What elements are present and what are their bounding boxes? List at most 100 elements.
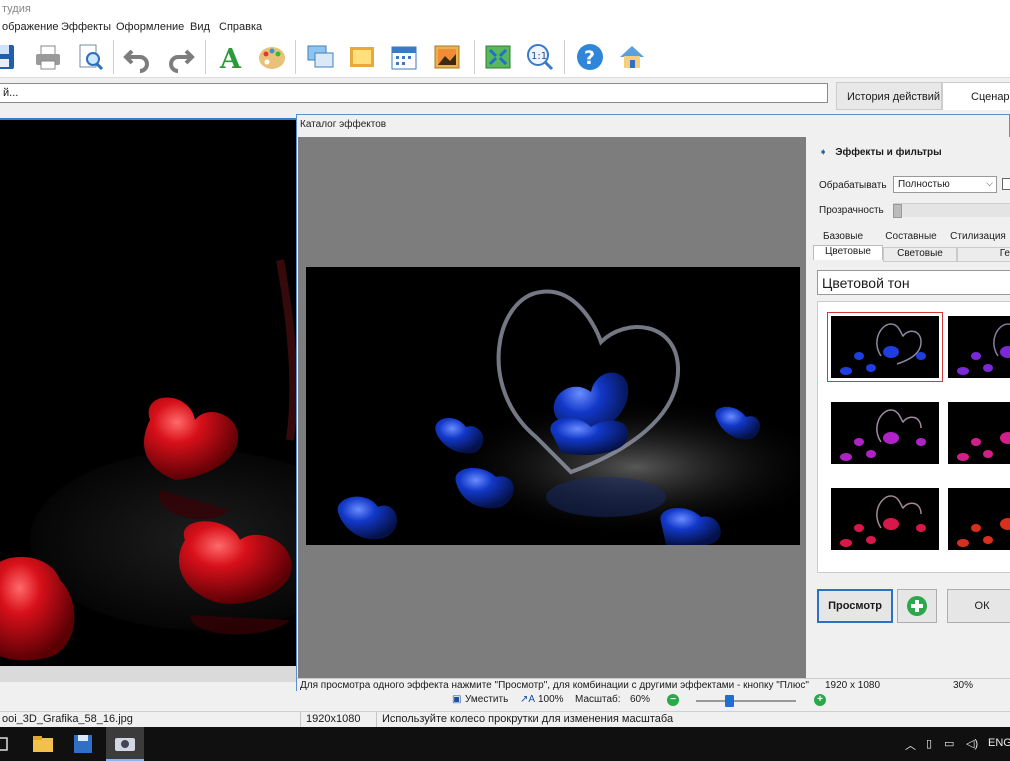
tab-composite[interactable]: Составные xyxy=(881,231,941,246)
actual-size-icon: ↗A xyxy=(520,694,536,705)
task-view-icon[interactable] xyxy=(0,727,24,761)
save-app-icon[interactable] xyxy=(64,727,102,761)
language-indicator[interactable]: ENG xyxy=(988,737,1010,749)
palette-icon[interactable] xyxy=(256,41,288,73)
fit-button[interactable]: Уместить xyxy=(465,694,508,705)
calendar-icon[interactable] xyxy=(388,41,420,73)
toolbar-separator xyxy=(474,40,475,74)
process-checkbox[interactable] xyxy=(1002,178,1010,190)
redo-icon[interactable] xyxy=(164,41,196,73)
zoom-slider-track[interactable] xyxy=(696,700,796,702)
zoom-bar: ▣ Уместить ↗A 100% Масштаб: 60% − + xyxy=(0,691,1010,711)
effect-thumbnail-magenta[interactable] xyxy=(948,402,1010,464)
process-value: Полностью xyxy=(898,179,950,190)
save-icon[interactable] xyxy=(0,41,18,73)
chevron-down-icon: ⌵ xyxy=(986,178,993,188)
dialog-title: Каталог эффектов xyxy=(300,119,387,130)
effects-panel-title: Эффекты и фильтры xyxy=(835,147,942,158)
zoom-slider-thumb[interactable] xyxy=(725,695,734,707)
effect-preview-image xyxy=(306,267,800,545)
preview-area xyxy=(298,137,806,685)
menu-view[interactable]: Вид xyxy=(190,21,210,33)
canvas-scrollbar[interactable] xyxy=(0,666,298,682)
preview-button[interactable]: Просмотр xyxy=(817,589,893,623)
canvas-image xyxy=(0,120,298,666)
opacity-label: Прозрачность xyxy=(819,205,884,216)
image-insert-icon[interactable] xyxy=(431,41,463,73)
scale-label: Масштаб: xyxy=(575,694,621,705)
tab-script[interactable]: Сценари xyxy=(942,82,1010,110)
undo-icon[interactable] xyxy=(122,41,154,73)
frame-icon[interactable] xyxy=(346,41,378,73)
status-hint: Используйте колесо прокрутки для изменен… xyxy=(382,713,674,725)
tab-geometry[interactable]: Ге xyxy=(957,247,1010,262)
path-input[interactable]: й... xyxy=(0,83,828,103)
add-effect-button[interactable] xyxy=(897,589,937,623)
image-canvas[interactable] xyxy=(0,118,298,666)
opacity-slider-thumb[interactable] xyxy=(893,204,902,218)
dialog-status-bar: Для просмотра одного эффекта нажмите "Пр… xyxy=(297,678,1010,692)
toolbar-separator xyxy=(205,40,206,74)
toolbar-separator xyxy=(564,40,565,74)
effect-thumbnail-purple[interactable] xyxy=(831,402,939,464)
image-dimensions: 1920x1080 xyxy=(306,713,361,725)
ok-button[interactable]: ОК xyxy=(947,589,1010,623)
actual-size-button[interactable]: 100% xyxy=(538,694,564,705)
process-select[interactable]: Полностью ⌵ xyxy=(893,176,997,193)
toolbar: A 1:1 ? xyxy=(0,36,1010,78)
menu-image[interactable]: ображение xyxy=(2,21,58,33)
effect-thumbnails xyxy=(817,301,1010,573)
process-label: Обрабатывать xyxy=(819,180,887,191)
network-icon[interactable]: ▭ xyxy=(944,737,954,750)
actual-size-icon[interactable]: 1:1 xyxy=(524,41,556,73)
plus-icon xyxy=(907,596,927,616)
effect-thumbnail-red[interactable] xyxy=(948,488,1010,550)
toolbar-separator xyxy=(113,40,114,74)
zoom-in-icon[interactable]: + xyxy=(814,694,826,706)
photo-studio-icon[interactable] xyxy=(106,727,144,761)
title-bar: тудия xyxy=(0,0,1010,20)
taskbar: ︿ ▯ ▭ ◁) ENG xyxy=(0,727,1010,761)
dialog-zoom: 30% xyxy=(953,680,974,691)
help-icon[interactable]: ? xyxy=(574,41,606,73)
effects-panel: ➧ Эффекты и фильтры Обрабатывать Полность… xyxy=(809,137,1010,685)
status-bar: ooi_3D_Grafika_58_16.jpg 1920x1080 Испол… xyxy=(0,711,1010,728)
home-icon[interactable] xyxy=(616,41,648,73)
explorer-icon[interactable] xyxy=(24,727,62,761)
effects-header: ➧ Эффекты и фильтры xyxy=(819,147,942,158)
usb-icon[interactable]: ▯ xyxy=(926,737,932,750)
effect-thumbnail-crimson[interactable] xyxy=(831,488,939,550)
tab-color[interactable]: Цветовые xyxy=(813,245,883,260)
tab-history[interactable]: История действий xyxy=(836,82,942,110)
arrow-right-icon: ➧ xyxy=(819,147,828,158)
print-preview-icon[interactable] xyxy=(74,41,106,73)
scale-value: 60% xyxy=(630,694,651,705)
status-divider xyxy=(376,712,377,728)
menu-bar: ображение Эффекты Оформление Вид Справка xyxy=(0,20,1010,36)
menu-design[interactable]: Оформление xyxy=(116,21,184,33)
path-bar: й... xyxy=(0,78,836,108)
print-icon[interactable] xyxy=(32,41,64,73)
dialog-image-size: 1920 х 1080 xyxy=(825,680,881,691)
menu-effects[interactable]: Эффекты xyxy=(61,21,111,33)
menu-help[interactable]: Справка xyxy=(219,21,262,33)
text-icon[interactable]: A xyxy=(214,41,246,75)
svg-text:A: A xyxy=(219,44,242,73)
dialog-hint: Для просмотра одного эффекта нажмите "Пр… xyxy=(300,680,809,691)
tab-light[interactable]: Световые xyxy=(883,247,957,262)
layers-icon[interactable] xyxy=(304,41,336,73)
zoom-out-icon[interactable]: − xyxy=(667,694,679,706)
fit-icon: ▣ xyxy=(452,694,462,705)
svg-text:?: ? xyxy=(584,47,595,69)
effect-thumbnail-blue[interactable] xyxy=(827,312,943,382)
fit-icon[interactable] xyxy=(482,41,514,73)
window-title: тудия xyxy=(2,3,31,15)
opacity-slider[interactable] xyxy=(893,203,1010,218)
effect-thumbnail-violet[interactable] xyxy=(948,316,1010,378)
volume-icon[interactable]: ◁) xyxy=(966,737,978,750)
tab-basic[interactable]: Базовые xyxy=(821,231,865,246)
tab-stylization[interactable]: Стилизация xyxy=(947,231,1009,246)
effect-select[interactable]: Цветовой тон xyxy=(817,270,1010,295)
svg-text:1:1: 1:1 xyxy=(531,51,547,62)
chevron-up-icon[interactable]: ︿ xyxy=(905,737,916,753)
